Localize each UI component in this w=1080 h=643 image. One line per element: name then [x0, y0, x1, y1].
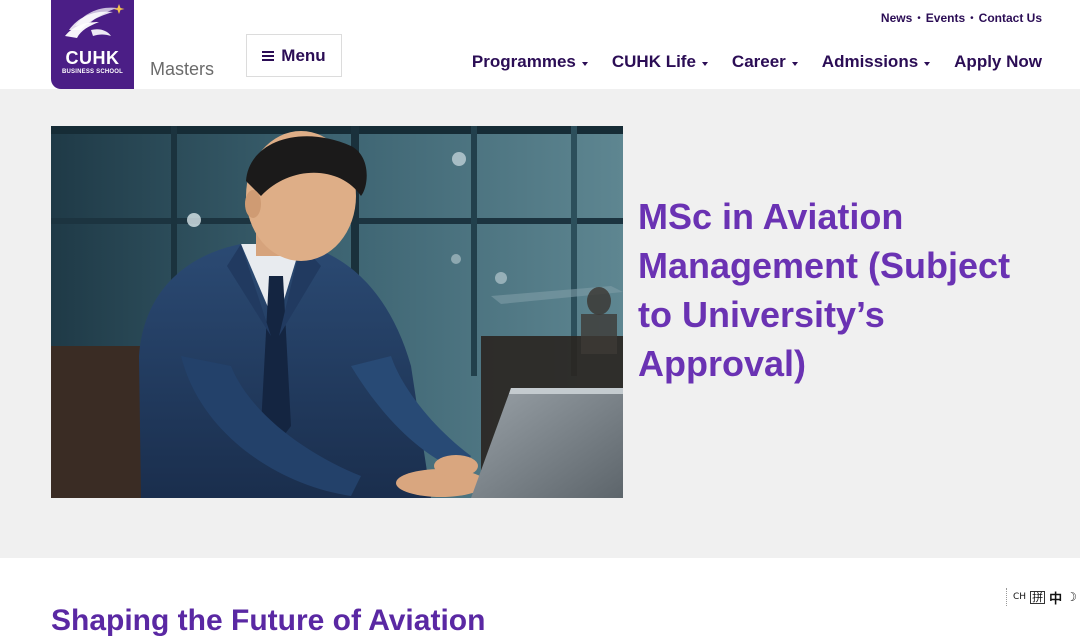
cuhk-business-school-logo[interactable]: CUHK BUSINESS SCHOOL	[51, 0, 134, 89]
utility-links: News • Events • Contact Us	[881, 11, 1042, 25]
businessman-laptop-photo	[51, 126, 623, 498]
utility-separator: •	[970, 12, 974, 24]
caret-down-icon	[791, 61, 798, 66]
section-title: Shaping the Future of Aviation	[51, 604, 486, 637]
menu-button[interactable]: Menu	[246, 34, 342, 77]
caret-down-icon	[924, 61, 931, 66]
utility-link-events[interactable]: Events	[926, 11, 965, 25]
site-header: CUHK BUSINESS SCHOOL Masters Menu News •…	[0, 0, 1080, 89]
site-label[interactable]: Masters	[150, 59, 214, 80]
nav-item-cuhk-life[interactable]: CUHK Life	[612, 52, 708, 72]
nav-item-label: Apply Now	[954, 52, 1042, 71]
lang-ch-label[interactable]: CH	[1013, 592, 1026, 602]
chinese-icon[interactable]: 中	[1049, 588, 1062, 607]
menu-button-label: Menu	[281, 45, 326, 65]
main-navigation: Programmes CUHK Life Career Admissions A…	[448, 52, 1042, 72]
hero-title: MSc in Aviation Management (Subject to U…	[638, 196, 1011, 384]
moon-icon[interactable]: ☽	[1066, 590, 1077, 604]
utility-separator: •	[917, 12, 921, 24]
pinyin-icon[interactable]: 拼	[1030, 590, 1046, 604]
hamburger-icon	[262, 50, 275, 61]
nav-item-apply-now[interactable]: Apply Now	[954, 52, 1042, 72]
nav-item-label: Admissions	[821, 52, 919, 71]
utility-link-contact[interactable]: Contact Us	[979, 11, 1042, 25]
phoenix-logo-icon	[65, 4, 125, 38]
nav-item-label: Programmes	[471, 52, 576, 71]
hero-image	[51, 126, 623, 498]
nav-item-admissions[interactable]: Admissions	[821, 52, 931, 72]
logo-subtitle: BUSINESS SCHOOL	[61, 69, 123, 75]
nav-item-label: CUHK Life	[611, 52, 696, 71]
nav-item-career[interactable]: Career	[732, 52, 798, 72]
caret-down-icon	[581, 61, 588, 66]
utility-link-news[interactable]: News	[881, 11, 912, 25]
nav-item-programmes[interactable]: Programmes	[472, 52, 588, 72]
logo-name: CUHK	[65, 48, 120, 68]
caret-down-icon	[701, 61, 708, 66]
hero-banner: MSc in Aviation Management (Subject to U…	[0, 89, 1080, 558]
nav-item-label: Career	[731, 52, 786, 71]
language-widget[interactable]: CH 拼 中 ☽	[1006, 588, 1080, 607]
